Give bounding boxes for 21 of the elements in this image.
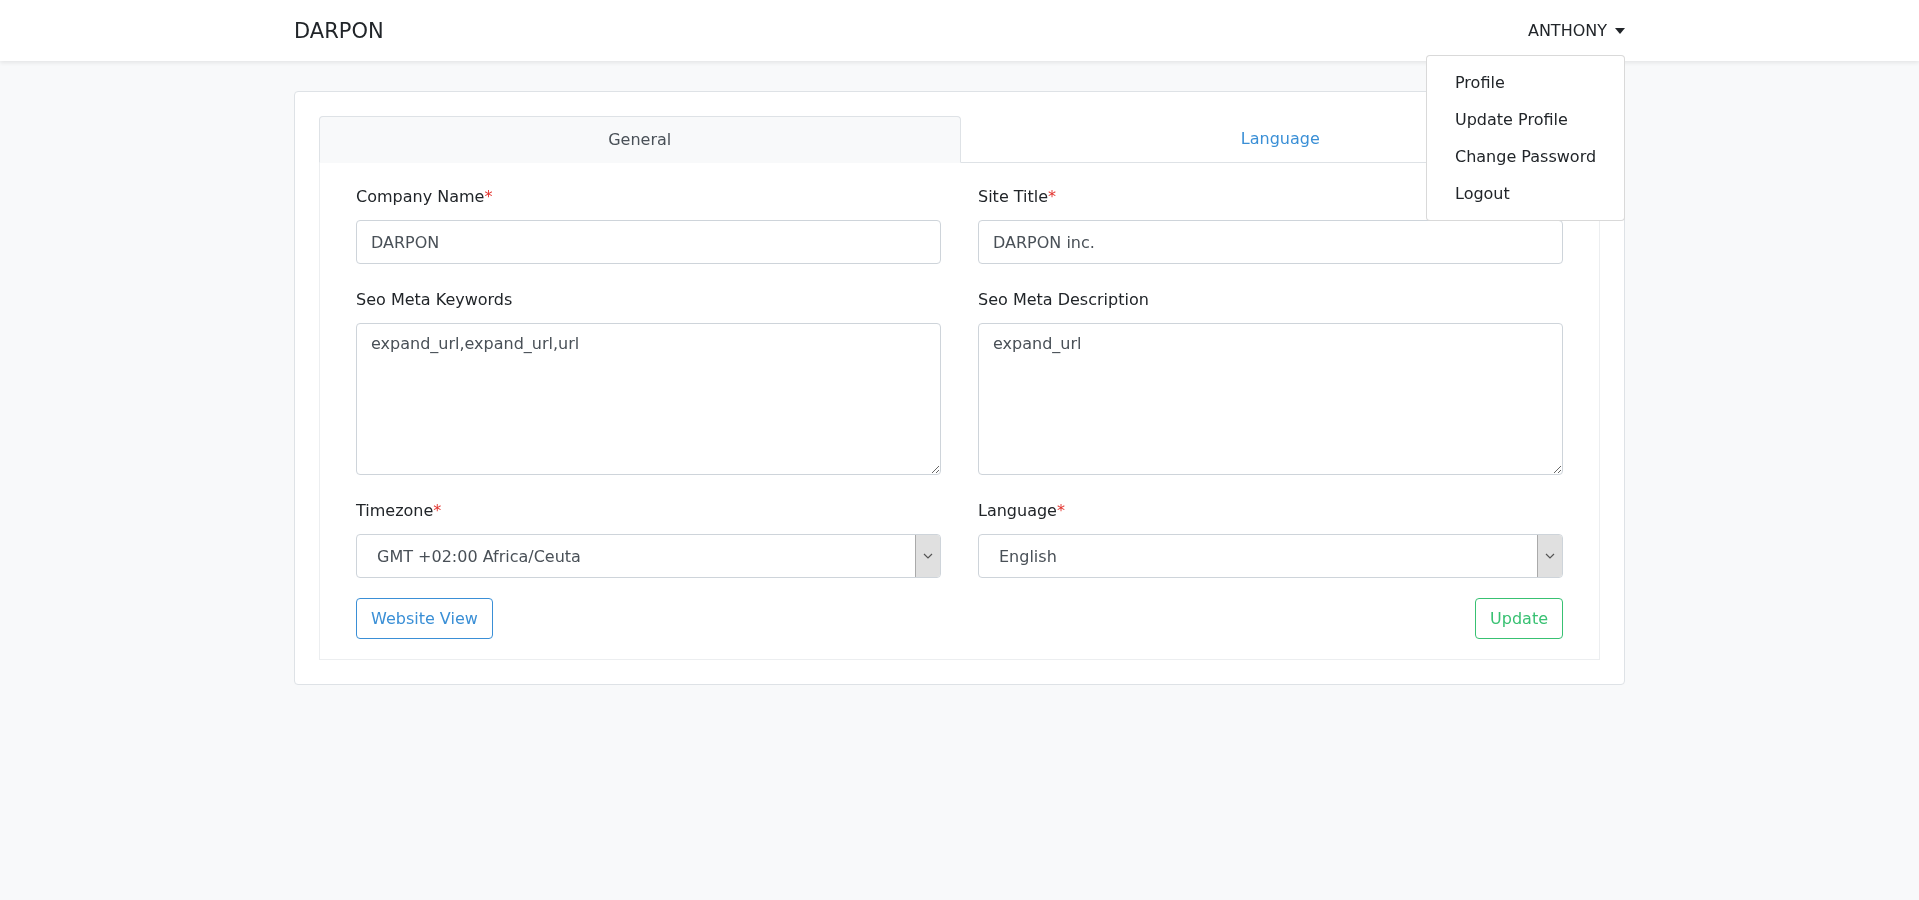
menu-item[interactable]: Profile [1427, 64, 1624, 101]
chevron-down-icon [923, 553, 933, 559]
text-input-field[interactable]: DARPON inc. [978, 220, 1563, 264]
field-label: Language* [978, 501, 1065, 520]
field-label: Seo Meta Description [978, 290, 1149, 309]
user-menu-toggle[interactable]: ANTHONY [1527, 17, 1625, 44]
text-input-field[interactable]: DARPON [356, 220, 941, 264]
field-label: Timezone* [356, 501, 442, 520]
textarea-field[interactable]: expand_url [978, 323, 1563, 475]
brand-name[interactable]: DARPON [294, 18, 384, 43]
field-label: Site Title* [978, 187, 1057, 206]
select-field[interactable]: English [978, 534, 1563, 578]
tab[interactable]: General [319, 116, 961, 163]
field-label: Company Name* [356, 187, 493, 206]
caret-icon [1615, 27, 1625, 34]
website-view-button[interactable]: Website View [356, 598, 493, 639]
textarea-field[interactable]: expand_url,expand_url,url [356, 323, 941, 475]
chevron-down-icon [1545, 553, 1555, 559]
field-label: Seo Meta Keywords [356, 290, 513, 309]
menu-item[interactable]: Logout [1427, 175, 1624, 212]
select-field[interactable]: GMT +02:00 Africa/Ceuta [356, 534, 941, 578]
